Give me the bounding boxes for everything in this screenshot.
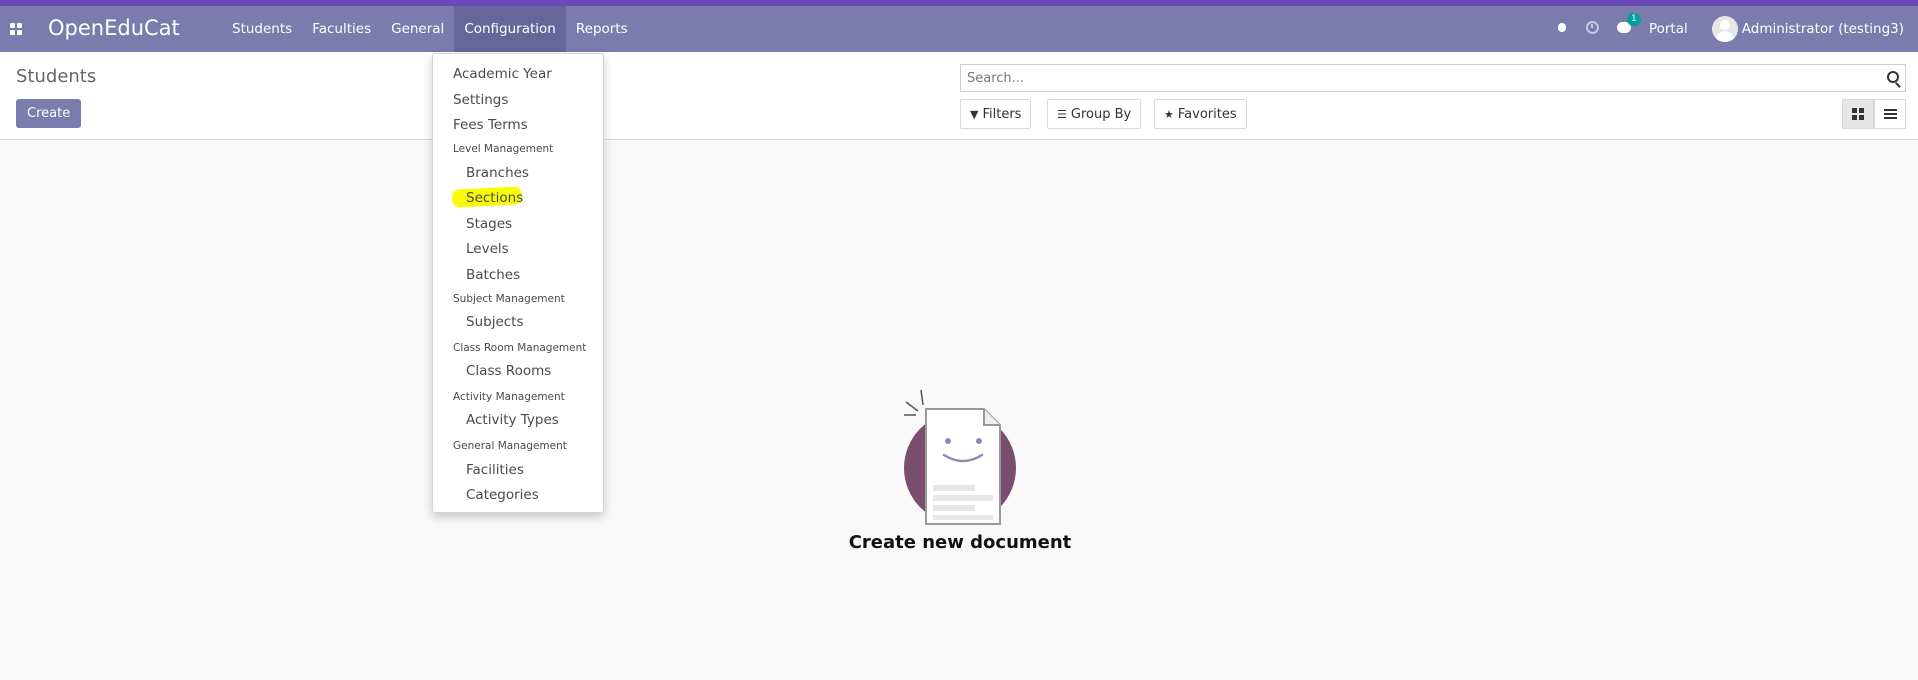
empty-state-title: Create new document	[848, 532, 1072, 553]
view-switcher	[1842, 99, 1906, 129]
menu-section-general-management: General Management	[453, 440, 567, 452]
user-name: Administrator (testing3)	[1741, 21, 1904, 37]
doc-eye-left	[945, 438, 951, 444]
control-panel: Students Create ▼ Filters ☰ Group By ★ F…	[0, 52, 1918, 140]
messaging-chat-icon[interactable]: 1	[1616, 13, 1641, 37]
menu-reports[interactable]: Reports	[566, 6, 638, 52]
menu-item-stages[interactable]: Stages	[466, 216, 512, 232]
activity-clock-icon[interactable]	[1585, 20, 1599, 38]
group-by-button[interactable]: ☰ Group By	[1047, 99, 1142, 129]
list-view-button[interactable]	[1874, 99, 1906, 129]
menu-item-batches[interactable]: Batches	[466, 267, 520, 283]
star-icon: ★	[1164, 107, 1174, 121]
menu-configuration[interactable]: Configuration	[454, 6, 566, 52]
bars-icon: ☰	[1057, 107, 1067, 121]
menu-section-level-management: Level Management	[453, 143, 554, 155]
create-button[interactable]: Create	[16, 99, 82, 128]
breadcrumb: Students	[16, 66, 97, 87]
filters-button[interactable]: ▼ Filters	[960, 99, 1032, 129]
search-input[interactable]	[961, 65, 1861, 91]
configuration-dropdown: Academic Year Settings Fees Terms Level Man…	[432, 53, 604, 513]
search-icon[interactable]	[1887, 71, 1899, 83]
list-icon	[1883, 109, 1897, 119]
search-box	[960, 64, 1906, 92]
empty-document-illustration	[904, 389, 1016, 525]
menu-item-facilities[interactable]: Facilities	[466, 462, 524, 478]
filter-icon: ▼	[970, 107, 979, 121]
menu-item-levels[interactable]: Levels	[466, 241, 509, 257]
doc-eye-right	[976, 438, 982, 444]
chat-count-badge: 1	[1626, 13, 1641, 26]
kanban-icon	[1852, 108, 1864, 120]
menu-item-academic-year[interactable]: Academic Year	[453, 66, 552, 82]
menu-item-activity-types[interactable]: Activity Types	[466, 412, 559, 428]
menu-item-settings[interactable]: Settings	[453, 92, 508, 108]
systray: 1 Portal Administrator (testing3)	[1556, 6, 1918, 52]
menu-faculties[interactable]: Faculties	[302, 6, 381, 52]
avatar	[1711, 16, 1738, 42]
menu-item-categories[interactable]: Categories	[466, 487, 539, 503]
favorites-label: Favorites	[1177, 106, 1237, 122]
top-navbar: OpenEduCat Students Faculties General Co…	[0, 6, 1918, 52]
menu-section-subject-management: Subject Management	[453, 293, 565, 305]
kanban-view-button[interactable]	[1842, 99, 1874, 129]
apps-grid-icon[interactable]	[10, 23, 22, 35]
menu-item-sections[interactable]: Sections	[466, 190, 523, 206]
menu-students[interactable]: Students	[222, 6, 302, 52]
menu-general[interactable]: General	[381, 6, 454, 52]
menu-item-class-rooms[interactable]: Class Rooms	[466, 363, 551, 379]
menu-item-branches[interactable]: Branches	[466, 165, 529, 181]
favorites-button[interactable]: ★ Favorites	[1154, 99, 1247, 129]
menu-item-subjects[interactable]: Subjects	[466, 314, 524, 330]
brand-name[interactable]: OpenEduCat	[48, 16, 180, 40]
menu-item-fees-terms[interactable]: Fees Terms	[453, 117, 528, 133]
debug-bug-icon[interactable]	[1556, 21, 1568, 37]
menu-section-activity-management: Activity Management	[453, 391, 565, 403]
sparkle-lines	[904, 389, 924, 416]
user-menu[interactable]: Administrator (testing3)	[1711, 16, 1904, 42]
group-by-label: Group By	[1070, 106, 1132, 122]
filters-label: Filters	[982, 106, 1022, 122]
main-menu: Students Faculties General Configuration…	[222, 6, 638, 52]
menu-section-class-room-management: Class Room Management	[453, 342, 587, 354]
portal-link[interactable]: Portal	[1649, 21, 1688, 37]
